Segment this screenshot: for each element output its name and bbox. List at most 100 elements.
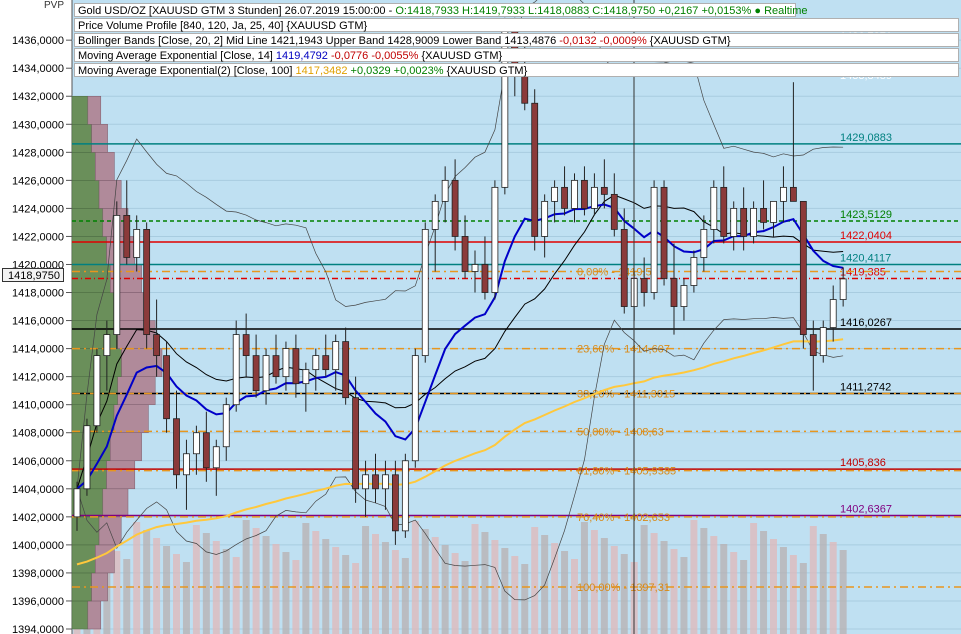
candle-body [391,474,399,532]
chart-window[interactable]: 1429,0883 1423,5129 1422,0404 1420,4117 1419… [0,0,961,634]
candle-body [650,186,658,293]
legend-ohlc: O:1418,7933 H:1419,7933 L:1418,0883 C:14… [395,5,656,17]
candle-body [352,397,360,490]
profile-bar-buy [71,320,119,349]
y-tick-label: 1424,0000 [12,203,64,215]
candle-body [332,341,340,371]
candle-body [561,186,568,209]
legend-row-bollinger[interactable]: Bollinger Bands [Close, 20, 2] Mid Line … [74,33,959,47]
candle-body [600,186,608,195]
volume-bar [471,524,479,634]
profile-bar-buy [71,432,111,462]
candle-body [710,186,718,230]
y-tick-label: 1416,0000 [12,316,64,328]
candle-body [770,200,777,223]
legend-bollinger-change: -0,0132 -0,0009% [559,35,647,47]
y-tick-label: 1432,0000 [12,91,64,103]
y-tick-label: 1418,0000 [12,288,64,300]
volume-bar [819,534,827,634]
volume-bar [143,530,151,634]
candle-body [212,446,220,469]
volume-bar [461,561,469,634]
fib-label: 23,60% - 1414,607 [577,344,670,356]
candle-body [461,236,469,272]
volume-bar [730,552,738,634]
volume-bar [222,549,230,634]
legend-ema14-suffix: {XAUUSD GTM} [418,50,503,62]
candle-body [103,334,111,357]
candle-body [829,299,837,328]
profile-bar-buy [71,600,89,630]
current-price-badge: 1418,9750 [2,268,64,282]
candle-body [401,460,409,532]
candle-body [192,432,200,455]
legend-pvp-text: Price Volume Profile [840, 120, Ja, 25, … [78,20,368,32]
volume-bar [809,526,817,634]
volume-bar [202,533,210,634]
candle-body [93,355,101,427]
volume-bar [232,557,240,634]
candle-body [610,193,618,230]
legend-row-ema14[interactable]: Moving Average Exponential [Close, 14] 1… [74,48,959,62]
y-tick-label: 1406,0000 [12,456,64,468]
candle-body [73,488,81,518]
volume-bar [242,520,250,634]
volume-bar [799,563,807,634]
y-tick-label: 1404,0000 [12,484,64,496]
candle-body [670,278,678,307]
volume-bar [401,558,409,634]
candle-body [173,418,180,476]
candle-body [491,186,499,293]
y-tick-label: 1434,0000 [12,63,64,75]
volume-bar [421,529,429,634]
volume-bar [362,526,370,634]
volume-bar [511,556,519,634]
candle-body [163,355,170,420]
candle-body [232,334,240,406]
volume-bar [561,551,569,634]
candle-body [123,215,131,258]
fib-label: 100,00% - 1397,31 [577,582,670,594]
legend-row-ema100[interactable]: Moving Average Exponential(2) [Close, 10… [74,63,959,77]
profile-bar-sell [106,460,136,490]
candle-body [531,102,539,237]
volume-bar [262,536,270,634]
volume-bar [372,534,379,634]
volume-bar [531,527,539,634]
fib-label: 0,00% - 1419,52 [577,266,658,278]
profile-bar-sell [87,600,102,630]
candle-body [541,200,549,237]
volume-bar [700,528,708,634]
candle-body [680,285,688,307]
candle-body [411,355,419,462]
legend-ema14-value: 1419,4792 [275,50,328,62]
candle-body [780,186,787,202]
legend-row-pvp[interactable]: Price Volume Profile [840, 120, Ja, 25, … [74,18,959,32]
legend-row-instrument[interactable]: Gold USD/OZ [XAUUSD GTM 3 Stunden] 26.07… [74,3,808,17]
y-tick-label: 1396,0000 [12,596,64,608]
volume-bar [163,546,171,634]
profile-bar-buy [71,292,115,321]
price-chart[interactable]: 1429,0883 1423,5129 1422,0404 1420,4117 1419… [0,0,961,634]
y-tick-label: 1426,0000 [12,175,64,187]
volume-bar [839,550,847,634]
y-tick-label: 1402,0000 [12,512,64,524]
volume-bar [710,536,718,634]
volume-bar [760,531,768,634]
volume-bar [292,560,300,634]
y-tick-label: 1408,0000 [12,428,64,440]
volume-bar [571,559,578,634]
profile-bar-sell [98,180,122,209]
profile-bar-buy [71,404,115,433]
candle-body [83,425,91,490]
candle-body [153,334,161,357]
volume-bar [680,557,688,634]
candle-body [202,432,210,469]
volume-bar [252,528,260,634]
profile-bar-buy [71,95,89,125]
legend-instrument: Gold USD/OZ [XAUUSD GTM 3 Stunden] 26.07… [78,5,396,17]
legend-ema100-value: 1417,3482 [295,65,348,77]
realtime-indicator: ● Realtime [754,5,808,17]
candle-body [640,278,648,293]
volume-bar [332,547,340,634]
